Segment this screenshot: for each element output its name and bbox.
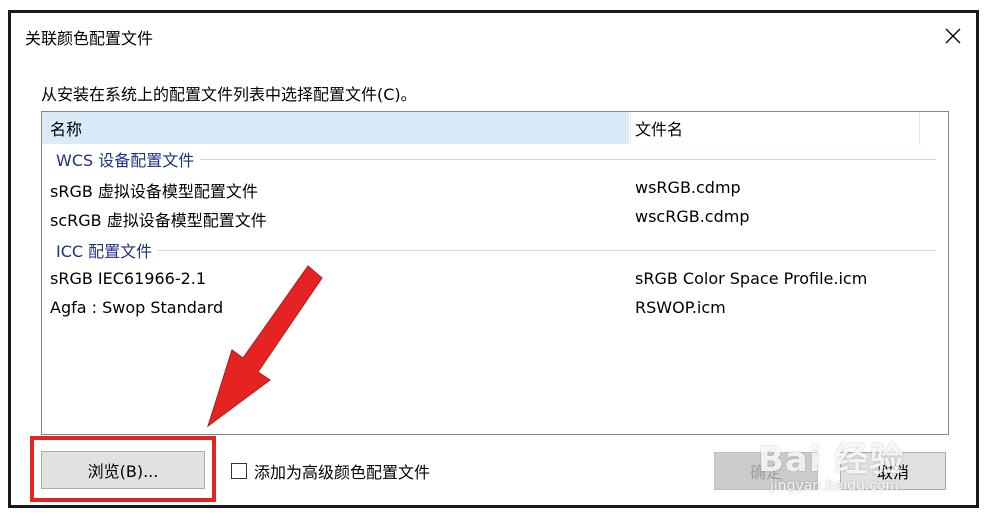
profile-name: sRGB 虚拟设备模型配置文件 [50, 182, 258, 201]
group-label: WCS 设备配置文件 [56, 151, 195, 170]
list-item[interactable]: sRGB 虚拟设备模型配置文件 wsRGB.cdmp [42, 174, 948, 201]
column-header-name-label: 名称 [50, 120, 83, 139]
group-header-icc[interactable]: ICC 配置文件 [42, 239, 948, 261]
close-icon [945, 28, 961, 44]
column-header-file-label: 文件名 [635, 120, 684, 139]
profile-file: wsRGB.cdmp [635, 178, 741, 197]
advanced-profile-checkbox[interactable]: 添加为高级颜色配置文件 [231, 459, 430, 483]
checkbox-box[interactable] [231, 463, 247, 479]
list-item[interactable]: scRGB 虚拟设备模型配置文件 wscRGB.cdmp [42, 203, 948, 230]
profile-name: Agfa : Swop Standard [50, 298, 224, 317]
close-button[interactable] [936, 19, 970, 53]
column-header-spacer [919, 112, 948, 144]
group-header-wcs[interactable]: WCS 设备配置文件 [42, 148, 948, 170]
profile-list[interactable]: 名称 文件名 WCS 设备配置文件 sRGB 虚拟设备模型配置文件 wsRGB.… [41, 111, 949, 435]
title-bar: 关联颜色配置文件 [11, 13, 976, 59]
group-divider [200, 158, 936, 160]
instruction-text: 从安装在系统上的配置文件列表中选择配置文件(C)。 [41, 85, 417, 104]
profile-file: sRGB Color Space Profile.icm [635, 269, 868, 288]
column-header-name[interactable]: 名称 [42, 112, 629, 144]
dialog-window: 关联颜色配置文件 从安装在系统上的配置文件列表中选择配置文件(C)。 名称 文件… [8, 10, 979, 508]
profile-file: RSWOP.icm [635, 298, 726, 317]
ok-button[interactable]: 确定 [714, 452, 818, 490]
profile-file: wscRGB.cdmp [635, 207, 750, 226]
dialog-title: 关联颜色配置文件 [25, 29, 154, 48]
group-divider [158, 249, 936, 251]
checkbox-label: 添加为高级颜色配置文件 [254, 463, 431, 482]
profile-name: sRGB IEC61966-2.1 [50, 269, 207, 288]
annotation-highlight-box [30, 436, 216, 502]
group-label: ICC 配置文件 [56, 242, 153, 261]
cancel-button[interactable]: 取消 [840, 452, 946, 490]
profile-name: scRGB 虚拟设备模型配置文件 [50, 211, 267, 230]
list-item[interactable]: Agfa : Swop Standard RSWOP.icm [42, 294, 948, 320]
list-item[interactable]: sRGB IEC61966-2.1 sRGB Color Space Profi… [42, 265, 948, 291]
column-header-file[interactable]: 文件名 [630, 112, 918, 144]
